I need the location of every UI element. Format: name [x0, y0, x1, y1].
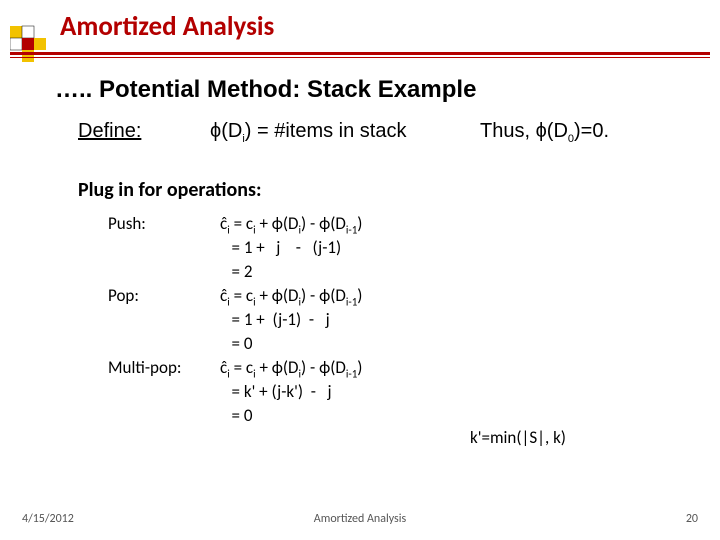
logo-icon	[10, 20, 52, 62]
define-label: Define:	[78, 120, 141, 143]
push-line-3: = 2	[108, 260, 362, 284]
footer-title: Amortized Analysis	[0, 512, 720, 526]
multipop-line-1: Multi-pop:ĉi = ci + ϕ(Di) - ϕ(Di-1)	[108, 356, 362, 380]
title-rule	[10, 52, 710, 55]
slide: Amortized Analysis ….. Potential Method:…	[0, 0, 720, 540]
multipop-line-3: = 0	[108, 404, 362, 428]
plug-in-heading: Plug in for operations:	[78, 178, 261, 202]
pop-line-1: Pop:ĉi = ci + ϕ(Di) - ϕ(Di-1)	[108, 284, 362, 308]
footer-page-number: 20	[686, 512, 698, 526]
pop-line-3: = 0	[108, 332, 362, 356]
multipop-line-2: = k' + (j-k') - j	[108, 380, 362, 404]
operations-block: Push:ĉi = ci + ϕ(Di) - ϕ(Di-1) = 1 + j -…	[108, 212, 362, 428]
k-prime-note: k'=min(|S|, k)	[470, 427, 566, 448]
title-rule-thin	[10, 57, 710, 58]
define-thus: Thus, ϕ(D0)=0.	[480, 120, 609, 143]
define-equation: ϕ(Di) = #items in stack	[210, 120, 406, 143]
header-title: Amortized Analysis	[60, 10, 274, 43]
slide-subtitle: ….. Potential Method: Stack Example	[55, 76, 476, 104]
push-line-1: Push:ĉi = ci + ϕ(Di) - ϕ(Di-1)	[108, 212, 362, 236]
pop-line-2: = 1 + (j-1) - j	[108, 308, 362, 332]
push-line-2: = 1 + j - (j-1)	[108, 236, 362, 260]
